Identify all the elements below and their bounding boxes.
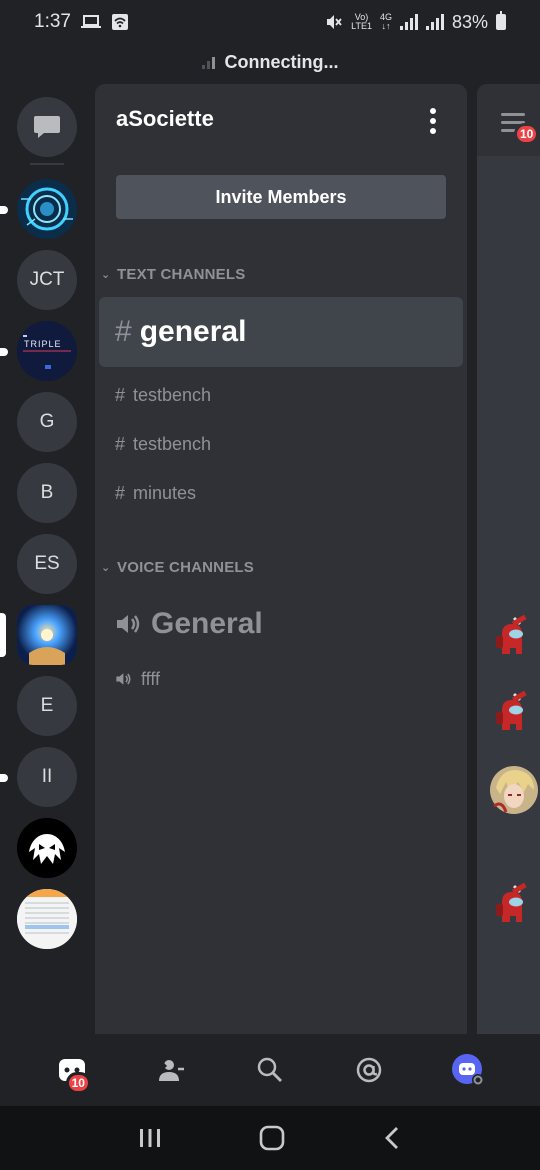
at-mention-icon <box>356 1057 382 1083</box>
recent-apps-icon[interactable] <box>138 1127 162 1149</box>
unread-indicator <box>0 206 8 214</box>
server-icon-jct[interactable]: JCT <box>17 250 77 310</box>
server-icon-e[interactable]: E <box>17 676 77 736</box>
bottom-nav: 10 <box>0 1034 540 1106</box>
unread-indicator <box>0 348 8 356</box>
nav-home-button[interactable]: 10 <box>42 1040 102 1100</box>
server-icon-cyber[interactable] <box>17 179 77 239</box>
channel-minutes[interactable]: # minutes <box>99 480 463 506</box>
voice-member-avatar-anime[interactable] <box>490 766 538 814</box>
signal-icon-2 <box>425 14 444 30</box>
hash-icon: # <box>115 384 126 405</box>
unread-indicator <box>0 774 8 782</box>
wifi-settings-icon <box>111 14 128 30</box>
invite-members-button[interactable]: Invite Members <box>116 175 446 219</box>
network-generation: 4G ↓↑ <box>379 12 392 31</box>
chat-bubble-icon <box>34 116 60 138</box>
chevron-down-icon: ⌄ <box>101 562 111 574</box>
channel-general[interactable]: # general <box>99 297 463 367</box>
category-voice-channels[interactable]: ⌄ VOICE CHANNELS <box>101 559 254 576</box>
home-badge: 10 <box>65 1072 91 1094</box>
venom-spider-logo-icon <box>17 818 77 878</box>
hash-icon: # <box>115 482 126 503</box>
voice-member-avatar-amongus-3[interactable] <box>490 882 538 930</box>
category-text-channels[interactable]: ⌄ TEXT CHANNELS <box>101 266 245 283</box>
server-icon-venom[interactable] <box>17 818 77 878</box>
channel-panel: aSociette Invite Members ⌄ TEXT CHANNELS… <box>95 84 467 1034</box>
light-orb-art-icon <box>17 605 77 665</box>
back-icon[interactable] <box>382 1125 402 1151</box>
server-name[interactable]: aSociette <box>116 106 214 132</box>
profile-avatar-icon <box>452 1054 485 1086</box>
server-icon-g[interactable]: G <box>17 392 77 452</box>
server-icon-ii[interactable]: II <box>17 747 77 807</box>
home-button-icon[interactable] <box>259 1125 285 1151</box>
battery-percent: 83% <box>451 11 488 32</box>
nav-search-button[interactable] <box>240 1040 300 1100</box>
search-icon <box>257 1057 282 1082</box>
triple-project-logo-text: TRIPLE <box>24 339 62 349</box>
connection-signal-icon <box>201 55 215 69</box>
chevron-down-icon: ⌄ <box>101 269 111 281</box>
battery-icon <box>496 11 506 30</box>
server-rail: JCT TRIPLE G B ES E II <box>0 84 94 1034</box>
speaker-icon <box>116 673 131 685</box>
voice-member-avatar-amongus-2[interactable] <box>490 690 538 738</box>
connection-status-text: Connecting... <box>224 51 339 72</box>
status-time: 1:37 <box>34 11 71 32</box>
hash-icon: # <box>115 315 132 348</box>
triple-project-logo-icon <box>17 321 77 381</box>
server-icon-asociette[interactable] <box>17 605 77 665</box>
chat-header: 10 <box>477 84 540 156</box>
selected-server-indicator <box>0 613 6 657</box>
members-badge: 10 <box>514 123 540 145</box>
server-icon-doc[interactable] <box>17 889 77 949</box>
speaker-icon <box>117 615 140 633</box>
voice-member-avatar-amongus[interactable] <box>490 614 538 662</box>
hash-icon: # <box>115 433 126 454</box>
friends-icon <box>158 1059 184 1081</box>
connection-status: Connecting... <box>0 44 540 80</box>
laptop-icon <box>80 15 101 28</box>
voice-channel-ffff[interactable]: ffff <box>99 666 463 692</box>
system-navigation-bar <box>0 1106 540 1170</box>
nav-mentions-button[interactable] <box>339 1040 399 1100</box>
signal-icon <box>399 14 418 30</box>
mute-icon <box>327 15 342 29</box>
nav-friends-button[interactable] <box>141 1040 201 1100</box>
rail-divider <box>30 163 64 165</box>
direct-messages-button[interactable] <box>17 97 77 157</box>
server-icon-triple-project[interactable]: TRIPLE <box>17 321 77 381</box>
channel-testbench[interactable]: # testbench <box>99 382 463 408</box>
nav-profile-button[interactable] <box>438 1040 498 1100</box>
volte-indicator: Vo) LTE1 <box>351 12 372 31</box>
channel-testbench-2[interactable]: # testbench <box>99 431 463 457</box>
server-icon-es[interactable]: ES <box>17 534 77 594</box>
voice-channel-general[interactable]: General <box>99 602 463 646</box>
cyber-circle-icon <box>17 179 77 239</box>
server-menu-icon[interactable] <box>429 108 437 134</box>
server-icon-b[interactable]: B <box>17 463 77 523</box>
spreadsheet-thumbnail-icon <box>17 889 77 949</box>
status-bar: 1:37 Vo) LTE1 4G ↓↑ 83% <box>0 0 540 44</box>
